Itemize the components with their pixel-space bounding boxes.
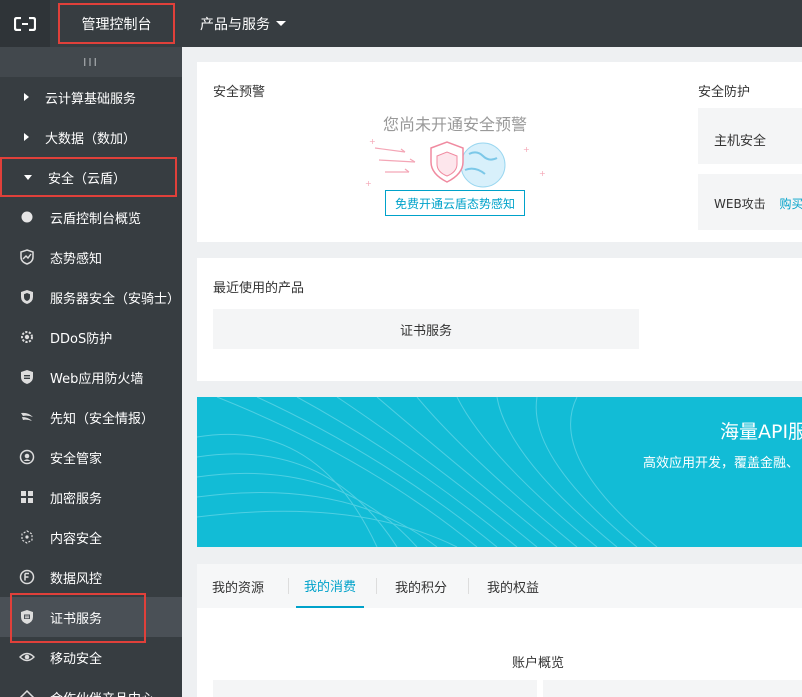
sidebar-item-label: 证书服务 <box>50 611 103 627</box>
sidebar-item-label: 内容安全 <box>50 531 103 547</box>
tab-my-resources[interactable]: 我的资源 <box>212 564 264 608</box>
sidebar-category-label: 大数据（数加） <box>45 131 137 147</box>
account-tabs: 我的资源 我的消费 我的积分 我的权益 <box>197 564 802 608</box>
sidebar-item-partner[interactable]: 合作伙伴产品中心 <box>0 677 182 697</box>
recent-title: 最近使用的产品 <box>213 281 305 296</box>
svg-text:+: + <box>369 137 376 146</box>
web-attack-tile: WEB攻击 购买 <box>698 174 802 230</box>
banner-title: 海量API服 <box>720 421 802 443</box>
host-security-tile[interactable]: 主机安全 <box>698 108 802 164</box>
sidebar-item-data-risk[interactable]: 数据风控 <box>0 557 182 597</box>
shield-icon <box>18 288 36 306</box>
sidebar-collapse-toggle[interactable]: III <box>0 47 182 77</box>
banner-subtitle: 高效应用开发，覆盖金融、 <box>643 456 800 471</box>
caret-right-icon <box>24 93 29 101</box>
alert-title: 安全预警 <box>213 85 266 100</box>
sidebar-item-waf[interactable]: Web应用防火墙 <box>0 357 182 397</box>
sidebar-item-mobile-security[interactable]: 移动安全 <box>0 637 182 677</box>
sidebar-item-label: 加密服务 <box>50 491 103 507</box>
sidebar-category-bigdata[interactable]: 大数据（数加） <box>0 117 182 157</box>
buy-link[interactable]: 购买 <box>780 197 802 211</box>
dot-icon <box>18 208 36 226</box>
partner-icon <box>18 688 36 697</box>
sidebar-category-label: 云计算基础服务 <box>45 91 137 107</box>
account-panel-right <box>543 680 802 697</box>
sidebar-item-security-butler[interactable]: 安全管家 <box>0 437 182 477</box>
data-risk-icon <box>18 568 36 586</box>
web-attack-label: WEB攻击 <box>714 197 766 211</box>
sidebar-item-xianzhi[interactable]: 先知（安全情报） <box>0 397 182 437</box>
sidebar-item-situation[interactable]: 态势感知 <box>0 237 182 277</box>
svg-text:+: + <box>523 145 530 154</box>
collapse-icon: III <box>83 55 99 69</box>
api-banner[interactable]: 海量API服 高效应用开发，覆盖金融、 <box>197 397 802 547</box>
sidebar-item-label: 移动安全 <box>50 651 103 667</box>
protection-title: 安全防护 <box>698 85 751 100</box>
account-overview-title: 账户概览 <box>512 656 565 671</box>
sidebar-item-label: 安全管家 <box>50 451 103 467</box>
tab-my-consumption[interactable]: 我的消费 <box>296 564 365 608</box>
aliyun-logo-icon <box>14 16 36 31</box>
wing-icon <box>18 408 36 426</box>
sidebar-category-cloud[interactable]: 云计算基础服务 <box>0 77 182 117</box>
sidebar-item-ddos[interactable]: DDoS防护 <box>0 317 182 357</box>
tab-divider <box>376 578 377 594</box>
aliyun-logo[interactable] <box>0 0 50 47</box>
tab-divider <box>288 578 289 594</box>
recent-products-card: 最近使用的产品 证书服务 <box>197 258 802 381</box>
account-panel-left <box>213 680 537 697</box>
tab-my-points[interactable]: 我的积分 <box>395 564 447 608</box>
products-menu[interactable]: 产品与服务 <box>200 0 286 47</box>
sidebar-item-server-security[interactable]: 服务器安全（安骑士） <box>0 277 182 317</box>
sidebar-item-overview[interactable]: 云盾控制台概览 <box>0 197 182 237</box>
sidebar-item-label: Web应用防火墙 <box>50 371 144 387</box>
caret-right-icon <box>24 133 29 141</box>
banner-wave-pattern <box>197 397 658 547</box>
svg-text:+: + <box>365 179 372 188</box>
sidebar-item-label: 态势感知 <box>50 251 103 267</box>
trend-shield-icon <box>18 248 36 266</box>
host-security-label: 主机安全 <box>714 134 767 149</box>
sidebar-item-label: 云盾控制台概览 <box>50 211 142 227</box>
account-overview-card: 账户概览 <box>197 608 802 697</box>
sidebar-item-label: 服务器安全（安骑士） <box>50 291 181 307</box>
sidebar-item-label: 先知（安全情报） <box>50 411 155 427</box>
tab-my-rights[interactable]: 我的权益 <box>487 564 539 608</box>
recent-product-item[interactable]: 证书服务 <box>213 309 639 349</box>
console-button[interactable]: 管理控制台 <box>58 3 175 44</box>
nodes-icon <box>18 528 36 546</box>
sidebar-category-security[interactable]: 安全（云盾） <box>0 157 177 197</box>
sidebar-category-label: 安全（云盾） <box>48 171 127 187</box>
sidebar-item-label: DDoS防护 <box>50 331 113 347</box>
puzzle-icon <box>18 488 36 506</box>
certificate-icon <box>18 608 36 626</box>
chevron-down-icon <box>276 21 286 26</box>
security-alert-card: 安全预警 您尚未开通安全预警 + + + + 免费开通云盾态势感知 安全防护 主… <box>197 62 802 242</box>
top-bar: 管理控制台 产品与服务 <box>0 0 802 47</box>
butler-icon <box>18 448 36 466</box>
svg-text:+: + <box>539 169 546 178</box>
sidebar-item-label: 合作伙伴产品中心 <box>50 688 154 697</box>
sidebar: III 云计算基础服务 大数据（数加） 安全（云盾） 云盾控制台概览 态势感知 … <box>0 47 182 697</box>
gear-icon <box>18 328 36 346</box>
enable-alert-button[interactable]: 免费开通云盾态势感知 <box>385 190 525 216</box>
mobile-security-icon <box>18 648 36 666</box>
products-menu-label: 产品与服务 <box>200 16 270 33</box>
sidebar-item-encryption[interactable]: 加密服务 <box>0 477 182 517</box>
sidebar-item-certificate[interactable]: 证书服务 <box>0 593 182 643</box>
sidebar-item-label: 数据风控 <box>50 571 103 587</box>
caret-down-icon <box>24 174 32 180</box>
sidebar-item-content-security[interactable]: 内容安全 <box>0 517 182 557</box>
tab-divider <box>468 578 469 594</box>
firewall-icon <box>18 368 36 386</box>
console-label: 管理控制台 <box>81 16 152 33</box>
